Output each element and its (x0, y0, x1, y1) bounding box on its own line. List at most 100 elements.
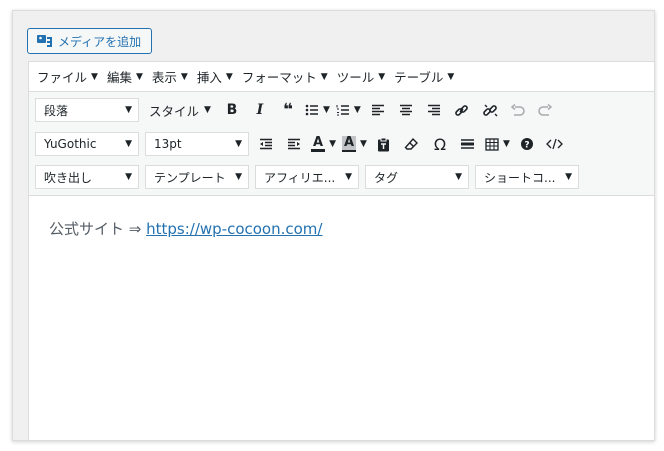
content-prefix: 公式サイト ⇒ (49, 220, 147, 238)
horizontal-rule-button[interactable] (457, 132, 479, 156)
menu-edit-label: 編集 (106, 70, 132, 85)
chevron-down-icon: ▼ (455, 172, 462, 182)
bullet-list-icon (305, 104, 318, 116)
indent-icon (288, 138, 300, 150)
chevron-down-icon: ▼ (235, 172, 242, 182)
chevron-down-icon: ▼ (320, 71, 328, 82)
content-paragraph: 公式サイト ⇒ https://wp-cocoon.com/ (49, 218, 322, 239)
paste-text-icon (378, 137, 390, 151)
balloon-select[interactable]: 吹き出し ▼ (35, 165, 139, 189)
template-select[interactable]: テンプレート ▼ (145, 165, 249, 189)
clear-formatting-button[interactable] (401, 132, 423, 156)
menu-file[interactable]: ファイル ▼ (37, 67, 98, 86)
italic-button[interactable]: I (249, 98, 271, 122)
bullet-list-button[interactable]: ▼ (305, 98, 330, 122)
shortcode-label: ショートコ... (484, 170, 556, 185)
block-format-select[interactable]: 段落 ▼ (35, 98, 139, 122)
help-button[interactable]: ? (516, 132, 538, 156)
horizontal-rule-icon (461, 139, 475, 149)
toolbar-row-2: YuGothic ▼ 13pt ▼ A ▼ A ▼ Ω ▼ ? (35, 132, 572, 156)
undo-icon (511, 103, 526, 116)
undo-button[interactable] (507, 98, 529, 122)
align-left-icon (371, 104, 384, 116)
chevron-down-icon: ▼ (502, 139, 510, 149)
outdent-icon (260, 138, 272, 150)
table-icon (485, 137, 499, 151)
unlink-icon (482, 104, 498, 116)
affiliate-select[interactable]: アフィリエ... ▼ (255, 165, 359, 189)
add-media-label: メディアを追加 (58, 34, 142, 49)
chevron-down-icon: ▼ (235, 139, 242, 149)
toolbar-row-1: 段落 ▼ スタイル ▼ B I ❝ ▼ ▼ (35, 98, 563, 122)
align-left-button[interactable] (367, 98, 389, 122)
background-color-icon: A (341, 135, 357, 152)
align-center-button[interactable] (395, 98, 417, 122)
chevron-down-icon: ▼ (135, 71, 143, 82)
help-icon: ? (520, 138, 533, 151)
tinymce-editor: ファイル ▼ 編集 ▼ 表示 ▼ 挿入 ▼ フォーマット ▼ ツール ▼ テーブル ▼ 段落 … (28, 61, 654, 440)
unlink-button[interactable] (479, 98, 501, 122)
chevron-down-icon: ▼ (447, 71, 455, 82)
clear-format-icon (405, 137, 419, 150)
indent-button[interactable] (283, 132, 305, 156)
menu-table[interactable]: テーブル ▼ (394, 67, 454, 86)
chevron-down-icon: ▼ (322, 105, 330, 115)
chevron-down-icon: ▼ (125, 139, 132, 149)
menu-format[interactable]: フォーマット ▼ (242, 67, 328, 86)
chevron-down-icon: ▼ (329, 139, 336, 149)
toolbar-row-3: 吹き出し ▼ テンプレート ▼ アフィリエ... ▼ タグ ▼ ショートコ... (35, 165, 585, 189)
balloon-label: 吹き出し (44, 170, 93, 185)
text-color-icon: A (311, 135, 326, 152)
menu-tools[interactable]: ツール ▼ (337, 67, 385, 86)
bold-icon: B (226, 102, 238, 118)
menu-table-label: テーブル (394, 70, 444, 85)
chevron-down-icon: ▼ (180, 71, 188, 82)
menu-view-label: 表示 (151, 70, 177, 85)
font-size-select[interactable]: 13pt ▼ (145, 132, 249, 156)
shortcode-select[interactable]: ショートコ... ▼ (475, 165, 579, 189)
link-button[interactable] (451, 98, 473, 122)
outdent-button[interactable] (255, 132, 277, 156)
font-family-select[interactable]: YuGothic ▼ (35, 132, 139, 156)
align-right-icon (427, 104, 440, 116)
chevron-down-icon: ▼ (91, 71, 98, 82)
blockquote-icon: ❝ (282, 100, 293, 120)
content-link[interactable]: https://wp-cocoon.com/ (146, 220, 322, 238)
style-label: スタイル (149, 103, 200, 119)
affiliate-label: アフィリエ... (264, 170, 336, 185)
menu-file-label: ファイル (37, 70, 88, 85)
svg-text:?: ? (524, 141, 529, 151)
align-right-button[interactable] (423, 98, 445, 122)
chevron-down-icon: ▼ (353, 105, 361, 115)
editor-content-area[interactable]: 公式サイト ⇒ https://wp-cocoon.com/ (29, 196, 654, 440)
code-button[interactable] (544, 132, 566, 156)
paste-as-text-button[interactable] (373, 132, 395, 156)
redo-button[interactable] (535, 98, 557, 122)
menu-bar: ファイル ▼ 編集 ▼ 表示 ▼ 挿入 ▼ フォーマット ▼ ツール ▼ テーブル ▼ (29, 62, 654, 92)
background-color-button[interactable]: A ▼ (341, 132, 367, 156)
bold-button[interactable]: B (221, 98, 243, 122)
numbered-list-icon (336, 105, 349, 116)
italic-icon: I (256, 102, 264, 118)
tag-label: タグ (374, 170, 399, 185)
font-size-value: 13pt (154, 137, 182, 151)
table-button[interactable]: ▼ (485, 132, 510, 156)
chevron-down-icon: ▼ (125, 172, 132, 182)
chevron-down-icon: ▼ (360, 139, 367, 149)
tag-select[interactable]: タグ ▼ (365, 165, 469, 189)
text-color-button[interactable]: A ▼ (311, 132, 336, 156)
media-icon (37, 35, 52, 47)
block-format-value: 段落 (44, 103, 69, 118)
style-select[interactable]: スタイル ▼ (149, 98, 211, 122)
align-center-icon (399, 104, 412, 116)
menu-view[interactable]: 表示 ▼ (152, 67, 188, 86)
menu-insert[interactable]: 挿入 ▼ (197, 67, 233, 86)
chevron-down-icon: ▼ (345, 172, 352, 182)
menu-edit[interactable]: 編集 ▼ (107, 67, 143, 86)
special-character-button[interactable]: Ω (429, 132, 451, 156)
chevron-down-icon: ▼ (225, 71, 233, 82)
blockquote-button[interactable]: ❝ (277, 98, 299, 122)
numbered-list-button[interactable]: ▼ (336, 98, 361, 122)
toolbar-area: 段落 ▼ スタイル ▼ B I ❝ ▼ ▼ YuGothic ▼ 13pt ▼ … (29, 92, 654, 196)
add-media-button[interactable]: メディアを追加 (27, 28, 152, 54)
